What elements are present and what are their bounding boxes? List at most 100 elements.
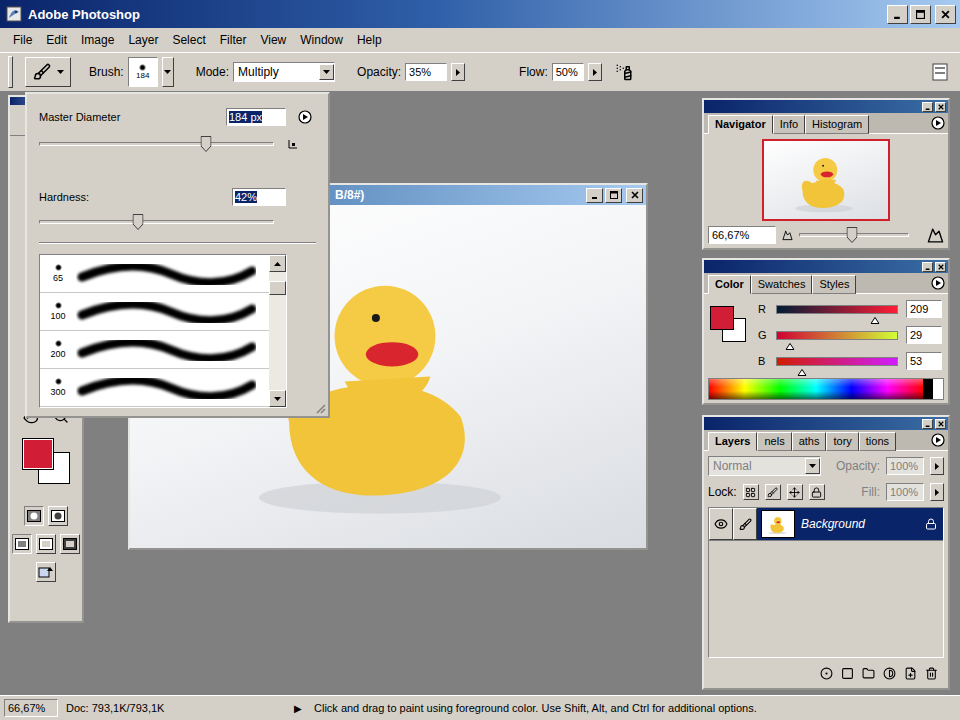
maximize-button[interactable] (910, 5, 931, 24)
panel-close-button[interactable] (935, 419, 946, 429)
close-button[interactable] (935, 5, 956, 24)
menu-item[interactable]: Select (165, 31, 212, 49)
layer-opacity-field[interactable]: 100% (886, 457, 924, 475)
menu-item[interactable]: Help (350, 31, 389, 49)
slider-thumb[interactable] (132, 214, 143, 233)
new-set-icon[interactable] (862, 667, 875, 680)
lock-transparency-button[interactable] (743, 484, 759, 500)
navigator-zoom-slider[interactable] (799, 227, 909, 243)
panel-minimize-button[interactable] (922, 102, 933, 112)
scroll-track[interactable] (269, 272, 286, 390)
panel-minimize-button[interactable] (922, 262, 933, 272)
panel-menu-button[interactable] (931, 276, 948, 290)
mode-arrow-button[interactable] (319, 64, 334, 80)
panel-tab[interactable]: Color (708, 275, 751, 294)
color-ramp-white[interactable] (933, 379, 943, 399)
color-ramp[interactable] (708, 378, 944, 400)
diameter-field[interactable]: 184 px (226, 108, 286, 126)
menu-item[interactable]: File (6, 31, 39, 49)
lock-pixels-button[interactable] (765, 484, 781, 500)
panel-tab[interactable]: Swatches (751, 275, 813, 294)
layer-opacity-arrow[interactable] (930, 457, 944, 475)
scroll-down-button[interactable] (269, 390, 286, 407)
foreground-swatch[interactable] (710, 306, 734, 330)
zoom-out-icon[interactable] (782, 230, 793, 241)
zoom-in-icon[interactable] (927, 227, 944, 244)
slider-thumb-icon[interactable] (200, 136, 211, 152)
visibility-toggle[interactable] (709, 508, 733, 540)
panel-menu-button[interactable] (931, 433, 948, 447)
status-zoom-field[interactable]: 66,67% (4, 699, 58, 717)
minimize-button[interactable] (586, 188, 603, 203)
opacity-arrow-button[interactable] (451, 63, 465, 81)
fill-field[interactable]: 100% (886, 483, 924, 501)
sample-size-button[interactable] (282, 139, 304, 149)
panel-tab[interactable]: aths (792, 432, 827, 451)
options-grip[interactable] (8, 56, 13, 88)
foreground-color-swatch[interactable] (22, 438, 54, 470)
lock-position-button[interactable] (787, 484, 803, 500)
channel-value[interactable]: 53 (906, 352, 942, 370)
layer-main[interactable]: Background (757, 508, 943, 540)
panel-tab[interactable]: Histogram (805, 115, 869, 134)
picker-menu-button[interactable] (294, 110, 316, 124)
scroll-thumb[interactable] (269, 281, 286, 295)
screen-mode-button[interactable] (60, 534, 80, 554)
status-menu-arrow[interactable]: ▶ (294, 703, 306, 714)
channel-slider[interactable] (776, 357, 898, 366)
adjustment-layer-icon[interactable] (883, 667, 896, 680)
screen-mode-button[interactable] (36, 534, 56, 554)
panel-tab[interactable]: nels (757, 432, 791, 451)
diameter-slider[interactable] (39, 136, 274, 152)
panel-tab[interactable]: tory (826, 432, 858, 451)
maximize-button[interactable] (605, 188, 622, 203)
slider-thumb-icon[interactable] (132, 214, 143, 230)
active-layer-indicator[interactable] (733, 508, 757, 540)
flow-arrow-button[interactable] (588, 63, 602, 81)
color-ramp-black[interactable] (923, 379, 933, 399)
brush-list-scrollbar[interactable] (269, 255, 286, 407)
menu-item[interactable]: Edit (39, 31, 74, 49)
lock-all-button[interactable] (809, 484, 825, 500)
tool-preset-picker[interactable] (25, 57, 71, 87)
opacity-field[interactable]: 35% (405, 63, 447, 81)
channel-value[interactable]: 29 (906, 326, 942, 344)
brush-preset[interactable]: 300 (40, 369, 269, 407)
channel-thumb[interactable] (798, 365, 807, 379)
trash-icon[interactable] (925, 667, 938, 680)
menu-circle-icon[interactable] (298, 110, 312, 124)
brush-preset[interactable]: 100 (40, 293, 269, 331)
menu-item[interactable]: Image (74, 31, 121, 49)
minimize-button[interactable] (887, 5, 908, 24)
layer-row[interactable]: Background (709, 508, 943, 541)
hardness-field[interactable]: 42% (232, 188, 286, 206)
close-button[interactable] (626, 188, 643, 203)
jump-to-imageready-button[interactable] (36, 562, 56, 582)
panel-header[interactable] (704, 100, 948, 113)
brush-preview[interactable]: 184 (128, 57, 158, 87)
menu-circle-icon[interactable] (931, 116, 945, 130)
blend-mode-select[interactable]: Normal (708, 456, 821, 476)
channel-slider[interactable] (776, 305, 898, 314)
channel-thumb[interactable] (786, 339, 795, 353)
navigator-zoom-field[interactable]: 66,67% (708, 226, 776, 244)
blend-mode-arrow[interactable] (805, 458, 820, 474)
resize-grip[interactable] (314, 402, 326, 414)
channel-value[interactable]: 209 (906, 300, 942, 318)
color-ramp-hue[interactable] (709, 379, 923, 399)
slider-thumb[interactable] (846, 227, 857, 246)
mode-select[interactable]: Multiply (233, 62, 335, 82)
menu-item[interactable]: Filter (213, 31, 254, 49)
layer-style-icon[interactable] (820, 667, 833, 680)
panel-tab[interactable]: Styles (812, 275, 856, 294)
screen-mode-button[interactable] (12, 534, 32, 554)
panel-tab[interactable]: Layers (708, 432, 757, 451)
menu-circle-icon[interactable] (931, 276, 945, 290)
panel-tab[interactable]: tions (859, 432, 896, 451)
navigator-thumbnail[interactable] (762, 139, 890, 221)
quick-mask-button[interactable] (48, 506, 68, 526)
fill-arrow[interactable] (930, 483, 944, 501)
channel-thumb[interactable] (871, 313, 880, 327)
airbrush-button[interactable] (612, 60, 636, 84)
new-layer-icon[interactable] (904, 667, 917, 680)
